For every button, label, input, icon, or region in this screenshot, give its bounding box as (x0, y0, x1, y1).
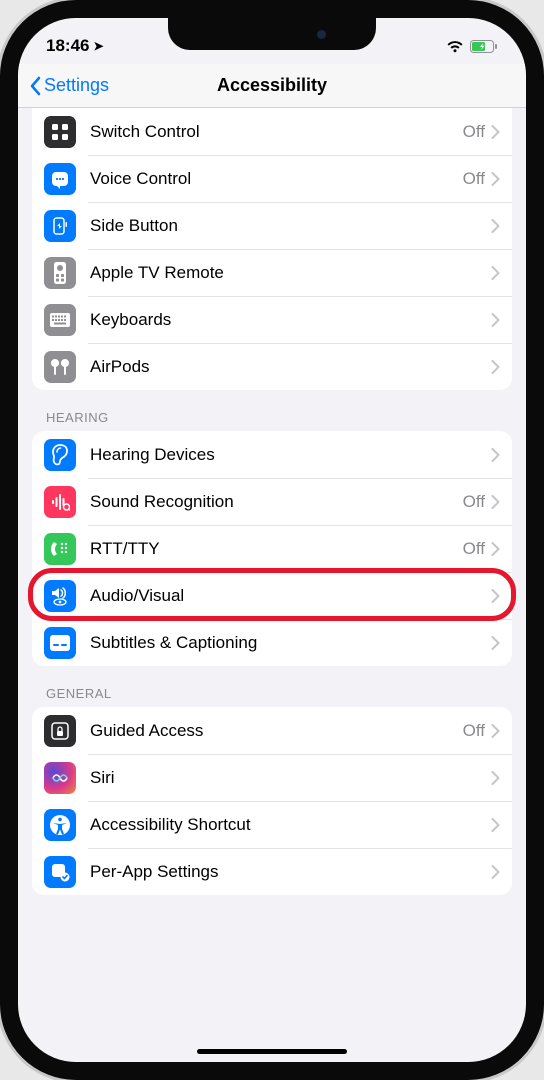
row-rtt-tty[interactable]: RTT/TTYOff (32, 525, 512, 572)
group-general: Guided AccessOff Siri Accessibility Shortc… (32, 707, 512, 895)
back-label: Settings (44, 75, 109, 96)
chevron-right-icon (491, 219, 500, 233)
screen: 18:46 ➤ Settings Accessibility Switch Co… (18, 18, 526, 1062)
row-label: Side Button (90, 216, 491, 236)
keyboard-icon (44, 304, 76, 336)
row-apple-tv-remote[interactable]: Apple TV Remote (32, 249, 512, 296)
chevron-right-icon (491, 172, 500, 186)
chevron-right-icon (491, 266, 500, 280)
row-per-app-settings[interactable]: Per-App Settings (32, 848, 512, 895)
nav-bar: Settings Accessibility (18, 64, 526, 108)
chevron-right-icon (491, 313, 500, 327)
row-label: Apple TV Remote (90, 263, 491, 283)
chevron-right-icon (491, 636, 500, 650)
row-label: RTT/TTY (90, 539, 463, 559)
row-siri[interactable]: Siri (32, 754, 512, 801)
row-label: Hearing Devices (90, 445, 491, 465)
row-guided-access[interactable]: Guided AccessOff (32, 707, 512, 754)
row-value: Off (463, 122, 485, 142)
status-time: 18:46 (46, 36, 89, 56)
accessibility-icon (44, 809, 76, 841)
row-value: Off (463, 721, 485, 741)
wifi-icon (446, 40, 464, 53)
row-value: Off (463, 169, 485, 189)
chevron-right-icon (491, 495, 500, 509)
chevron-right-icon (491, 448, 500, 462)
notch (168, 18, 376, 50)
row-airpods[interactable]: AirPods (32, 343, 512, 390)
row-label: Voice Control (90, 169, 463, 189)
row-label: Audio/Visual (90, 586, 491, 606)
row-label: Switch Control (90, 122, 463, 142)
row-switch-control[interactable]: Switch ControlOff (32, 108, 512, 155)
ear-icon (44, 439, 76, 471)
row-label: Keyboards (90, 310, 491, 330)
row-subtitles-captioning[interactable]: Subtitles & Captioning (32, 619, 512, 666)
row-label: AirPods (90, 357, 491, 377)
chevron-right-icon (491, 865, 500, 879)
row-voice-control[interactable]: Voice ControlOff (32, 155, 512, 202)
row-sound-recognition[interactable]: Sound RecognitionOff (32, 478, 512, 525)
caption-icon (44, 627, 76, 659)
group-hearing: Hearing DevicesSound RecognitionOffRTT/T… (32, 431, 512, 666)
row-side-button[interactable]: Side Button (32, 202, 512, 249)
remote-icon (44, 257, 76, 289)
chevron-right-icon (491, 724, 500, 738)
home-indicator[interactable] (197, 1049, 347, 1054)
chevron-right-icon (491, 125, 500, 139)
page-title: Accessibility (217, 75, 327, 96)
grid-icon (44, 116, 76, 148)
location-icon: ➤ (93, 39, 103, 53)
row-value: Off (463, 492, 485, 512)
chevron-right-icon (491, 360, 500, 374)
siri-icon (44, 762, 76, 794)
row-label: Subtitles & Captioning (90, 633, 491, 653)
voice-icon (44, 163, 76, 195)
row-hearing-devices[interactable]: Hearing Devices (32, 431, 512, 478)
chevron-right-icon (491, 771, 500, 785)
group-physical: Switch ControlOffVoice ControlOffSide Bu… (32, 108, 512, 390)
row-label: Siri (90, 768, 491, 788)
battery-icon (470, 40, 498, 53)
row-value: Off (463, 539, 485, 559)
side-button-icon (44, 210, 76, 242)
speaker-eye-icon (44, 580, 76, 612)
phone-frame: 18:46 ➤ Settings Accessibility Switch Co… (0, 0, 544, 1080)
chevron-left-icon (28, 76, 42, 96)
row-label: Accessibility Shortcut (90, 815, 491, 835)
section-header-general: GENERAL (32, 666, 512, 707)
row-label: Per-App Settings (90, 862, 491, 882)
settings-content[interactable]: Switch ControlOffVoice ControlOffSide Bu… (18, 108, 526, 1062)
row-accessibility-shortcut[interactable]: Accessibility Shortcut (32, 801, 512, 848)
chevron-right-icon (491, 818, 500, 832)
chevron-right-icon (491, 542, 500, 556)
back-button[interactable]: Settings (28, 75, 109, 96)
airpods-icon (44, 351, 76, 383)
tty-icon (44, 533, 76, 565)
section-header-hearing: HEARING (32, 390, 512, 431)
lock-icon (44, 715, 76, 747)
app-check-icon (44, 856, 76, 888)
row-keyboards[interactable]: Keyboards (32, 296, 512, 343)
waveform-icon (44, 486, 76, 518)
row-audio-visual[interactable]: Audio/Visual (32, 572, 512, 619)
row-label: Sound Recognition (90, 492, 463, 512)
chevron-right-icon (491, 589, 500, 603)
row-label: Guided Access (90, 721, 463, 741)
